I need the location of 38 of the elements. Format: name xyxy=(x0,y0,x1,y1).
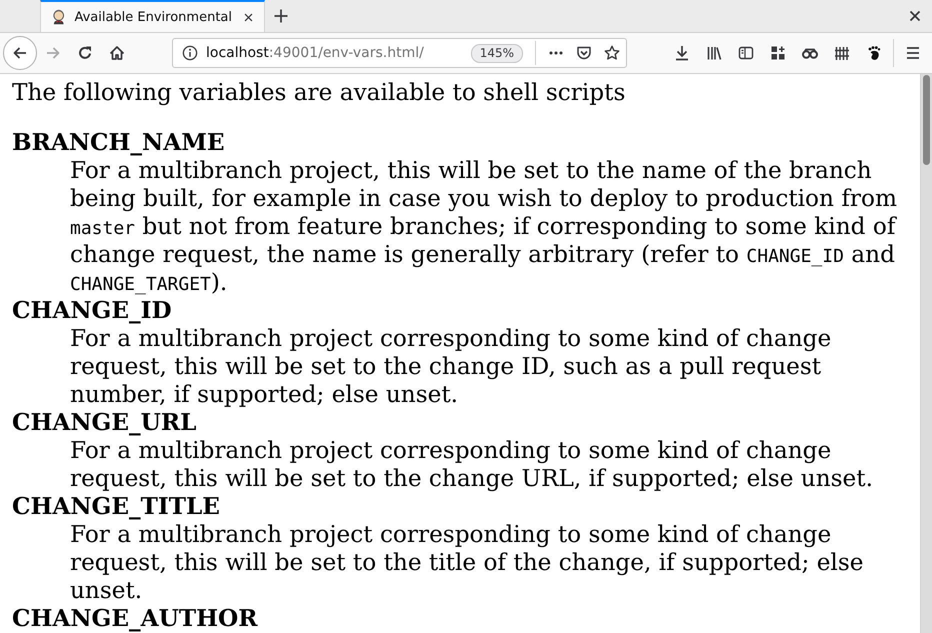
fence-icon xyxy=(834,45,850,61)
site-info-button[interactable] xyxy=(181,44,199,62)
library-icon xyxy=(706,45,722,61)
close-icon xyxy=(909,10,921,22)
variable-name: BRANCH_NAME xyxy=(12,129,226,157)
star-icon xyxy=(604,45,620,61)
footprint-icon xyxy=(866,45,882,61)
variable-name: CHANGE_URL xyxy=(12,409,198,437)
url-text: localhost:49001/env-vars.html/ xyxy=(206,45,424,61)
variable-name: CHANGE_TITLE xyxy=(12,493,221,521)
address-bar[interactable]: localhost:49001/env-vars.html/ 145% xyxy=(172,38,627,68)
sidebar-icon xyxy=(738,45,754,61)
arrow-left-icon xyxy=(12,45,28,61)
intro-text: The following variables are available to shell scripts xyxy=(12,79,626,107)
scrollbar-thumb[interactable] xyxy=(923,75,930,165)
zoom-level-button[interactable]: 145% xyxy=(470,44,523,62)
variable-description: For a multibranch project, this will be set to the name of the branch being built, for example in case you wish to deploy to production from master but not from feature branches; if corresponding to some kind of change request, the name is generally arbitrary (refer to CHANGE_ID and CHANGE_TARGET). xyxy=(70,157,898,297)
variable-description: For a multibranch project corresponding to some kind of change request, this will be set to the title of the change, if supported; else unset. xyxy=(70,521,864,605)
variable-description: For a multibranch project corresponding to some kind of change request, this will be set to the change ID, such as a pull request number, if supported; else unset. xyxy=(70,325,832,409)
variable-description: For a multibranch project corresponding to some kind of change request, this will be set to the change URL, if supported; else unset. xyxy=(70,437,874,493)
grid-plus-icon xyxy=(770,45,786,61)
menu-icon xyxy=(905,45,921,61)
variable-name: CHANGE_ID xyxy=(12,297,173,325)
more-icon xyxy=(549,51,563,55)
home-icon xyxy=(109,45,125,61)
scrollbar[interactable] xyxy=(920,74,932,633)
variable-name: CHANGE_AUTHOR xyxy=(12,605,259,633)
pocket-icon xyxy=(576,45,592,61)
arrow-right-icon xyxy=(45,45,61,61)
plus-icon xyxy=(273,8,289,24)
close-icon xyxy=(242,12,254,22)
browser-tab[interactable]: Available Environmental xyxy=(40,0,265,32)
person-icon xyxy=(51,9,66,25)
info-icon xyxy=(182,45,198,61)
tab-title: Available Environmental xyxy=(74,10,232,24)
download-icon xyxy=(674,45,690,61)
reload-icon xyxy=(77,45,93,61)
back-button[interactable] xyxy=(3,36,37,70)
